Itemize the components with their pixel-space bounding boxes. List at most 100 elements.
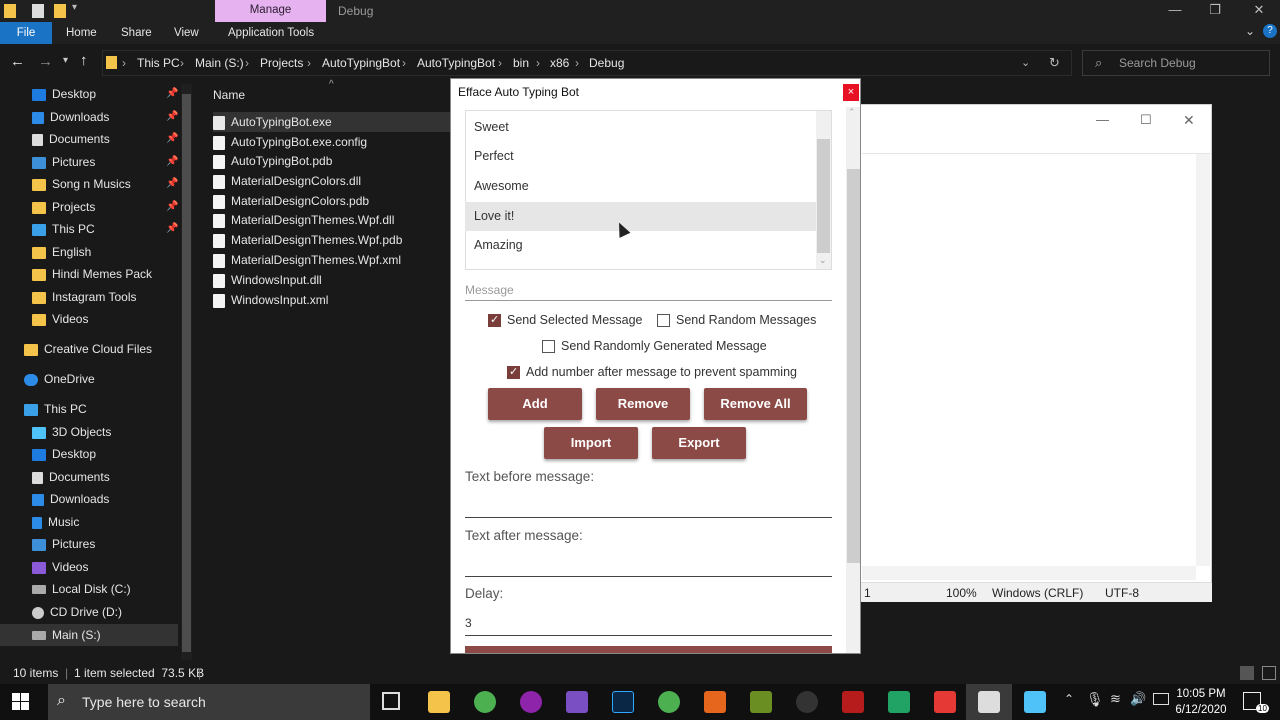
- window-scrollbar-thumb[interactable]: [847, 169, 860, 563]
- show-hidden-icons-icon[interactable]: ⌃: [1064, 692, 1074, 706]
- breadcrumb-debug[interactable]: Debug: [589, 50, 624, 76]
- app-c-red-icon[interactable]: [934, 691, 956, 713]
- utorrent-icon[interactable]: [658, 691, 680, 713]
- nav-videos-pc[interactable]: Videos: [0, 556, 88, 578]
- pin-icon[interactable]: 📌: [166, 83, 178, 105]
- vlc-icon[interactable]: [704, 691, 726, 713]
- task-view-icon[interactable]: [382, 692, 400, 710]
- message-input[interactable]: Message: [465, 283, 514, 297]
- pin-icon[interactable]: 📌: [166, 151, 178, 173]
- nav-documents-pc[interactable]: Documents: [0, 466, 110, 488]
- taskbar-search-input[interactable]: Type here to search: [48, 684, 370, 720]
- back-icon[interactable]: ←: [10, 53, 25, 70]
- list-scrollbar-thumb[interactable]: [817, 139, 830, 253]
- nav-main-s[interactable]: Main (S:): [0, 624, 178, 646]
- microphone-icon[interactable]: 🎙: [1086, 691, 1104, 708]
- nav-music[interactable]: Music: [0, 511, 79, 533]
- file-row-selected[interactable]: AutoTypingBot.exe: [213, 112, 453, 132]
- auto-typing-bot-window[interactable]: Efface Auto Typing Bot × Sweet Perfect A…: [450, 78, 861, 654]
- add-button[interactable]: Add: [488, 388, 582, 420]
- address-dropdown-icon[interactable]: ⌄: [1021, 56, 1030, 69]
- breadcrumb-projects[interactable]: Projects: [260, 50, 303, 76]
- nav-song-n-musics[interactable]: Song n Musics 📌: [0, 173, 178, 195]
- text-after-input[interactable]: [465, 576, 832, 577]
- tab-home[interactable]: Home: [54, 22, 109, 44]
- volume-icon[interactable]: 🔊: [1130, 691, 1146, 707]
- ribbon-expand-icon[interactable]: ⌄: [1245, 24, 1255, 38]
- large-icons-view-icon[interactable]: [1262, 666, 1276, 680]
- nav-local-disk-c[interactable]: Local Disk (C:): [0, 578, 131, 600]
- scroll-down-icon[interactable]: ⌄: [819, 255, 827, 266]
- podcast-app-icon[interactable]: [520, 691, 542, 713]
- quick-access-dropdown-icon[interactable]: ▾: [72, 2, 77, 13]
- list-item[interactable]: Awesome: [465, 172, 816, 201]
- properties-icon[interactable]: [32, 4, 44, 18]
- recent-locations-icon[interactable]: ▾: [63, 55, 68, 66]
- breadcrumb-autotypingbot[interactable]: AutoTypingBot: [322, 50, 400, 76]
- list-item[interactable]: Perfect: [465, 142, 816, 171]
- nav-downloads[interactable]: Downloads 📌: [0, 106, 178, 128]
- taskbar-clock[interactable]: 10:05 PM 6/12/2020: [1166, 686, 1236, 718]
- nav-desktop[interactable]: Desktop 📌: [0, 83, 178, 105]
- nav-creative-cloud-files[interactable]: Creative Cloud Files: [0, 338, 152, 360]
- window-scroll-up-icon[interactable]: ⌃: [848, 107, 856, 118]
- notepad-minimize-icon[interactable]: —: [1096, 112, 1109, 127]
- remove-all-button[interactable]: Remove All: [704, 388, 807, 420]
- list-item[interactable]: Sweet: [465, 113, 816, 142]
- column-header-name[interactable]: Name: [213, 88, 245, 102]
- refresh-icon[interactable]: ↻: [1049, 55, 1060, 71]
- pin-icon[interactable]: 📌: [166, 106, 178, 128]
- file-row[interactable]: WindowsInput.dll: [213, 270, 322, 290]
- nav-documents[interactable]: Documents 📌: [0, 128, 178, 150]
- nav-pictures[interactable]: Pictures 📌: [0, 151, 178, 173]
- nav-instagram-tools[interactable]: Instagram Tools: [0, 286, 137, 308]
- file-row[interactable]: MaterialDesignColors.dll: [213, 171, 361, 191]
- nav-projects[interactable]: Projects 📌: [0, 196, 178, 218]
- chrome-icon[interactable]: [474, 691, 496, 713]
- notepad-horizontal-scrollbar[interactable]: [862, 566, 1196, 580]
- breadcrumb-x86[interactable]: x86: [550, 50, 569, 76]
- file-row[interactable]: MaterialDesignThemes.Wpf.xml: [213, 250, 401, 270]
- import-button[interactable]: Import: [544, 427, 638, 459]
- forward-icon[interactable]: →: [38, 53, 53, 70]
- pin-icon[interactable]: 📌: [166, 173, 178, 195]
- photoshop-icon[interactable]: [612, 691, 634, 713]
- breadcrumb-bin[interactable]: bin: [513, 50, 529, 76]
- visual-studio-icon[interactable]: [566, 691, 588, 713]
- minecraft-icon[interactable]: [750, 691, 772, 713]
- file-row[interactable]: MaterialDesignThemes.Wpf.dll: [213, 210, 394, 230]
- send-random-checkbox[interactable]: Send Random Messages: [657, 312, 816, 328]
- nav-this-pc-pinned[interactable]: This PC 📌: [0, 218, 178, 240]
- breadcrumb-main[interactable]: Main (S:): [195, 50, 244, 76]
- breadcrumb-autotypingbot-2[interactable]: AutoTypingBot: [417, 50, 495, 76]
- pin-icon[interactable]: 📌: [166, 128, 178, 150]
- notepad-vertical-scrollbar[interactable]: [1196, 154, 1210, 566]
- remove-button[interactable]: Remove: [596, 388, 690, 420]
- nav-english[interactable]: English: [0, 241, 91, 263]
- windows-start-icon[interactable]: [12, 693, 30, 711]
- close-icon[interactable]: ✕: [1236, 0, 1280, 22]
- send-selected-checkbox[interactable]: Send Selected Message: [488, 312, 643, 328]
- file-row[interactable]: AutoTypingBot.pdb: [213, 151, 332, 171]
- app-c-green-icon[interactable]: [888, 691, 910, 713]
- list-item-selected[interactable]: Love it!: [465, 202, 816, 231]
- auto-typing-bot-icon[interactable]: [978, 691, 1000, 713]
- pin-icon[interactable]: 📌: [166, 196, 178, 218]
- notepad-window[interactable]: [860, 104, 1212, 602]
- send-generated-checkbox[interactable]: Send Randomly Generated Message: [542, 338, 767, 354]
- nav-cd-drive-d[interactable]: CD Drive (D:): [0, 601, 122, 623]
- maximize-icon[interactable]: ❐: [1192, 0, 1238, 22]
- start-button[interactable]: [465, 646, 832, 653]
- tab-manage[interactable]: Manage: [215, 0, 326, 22]
- details-view-icon[interactable]: [1240, 666, 1254, 680]
- add-number-checkbox[interactable]: Add number after message to prevent spam…: [507, 364, 797, 380]
- notepad-icon[interactable]: [1024, 691, 1046, 713]
- file-row[interactable]: AutoTypingBot.exe.config: [213, 132, 367, 152]
- new-folder-icon[interactable]: [54, 4, 66, 18]
- nav-this-pc[interactable]: This PC: [0, 398, 87, 420]
- nav-scrollbar-thumb[interactable]: [182, 94, 191, 652]
- file-row[interactable]: MaterialDesignThemes.Wpf.pdb: [213, 230, 402, 250]
- nav-hindi-memes-pack[interactable]: Hindi Memes Pack: [0, 263, 152, 285]
- tab-file[interactable]: File: [0, 22, 52, 44]
- tab-share[interactable]: Share: [109, 22, 164, 44]
